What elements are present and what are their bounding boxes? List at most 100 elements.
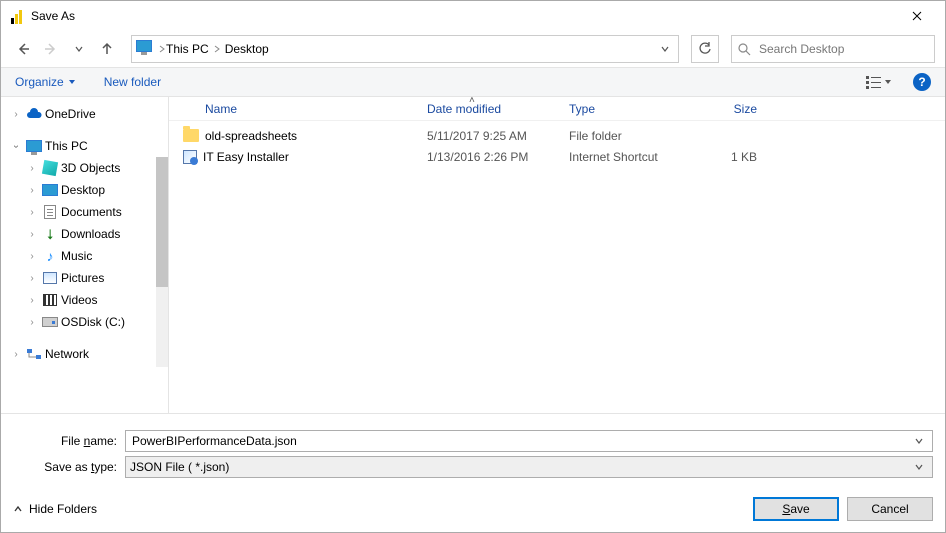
file-type: File folder [569,129,687,143]
monitor-icon [25,138,43,154]
view-icon [866,75,882,89]
filetype-value: JSON File ( *.json) [130,460,229,474]
tree-onedrive[interactable]: › OneDrive [5,103,164,125]
recent-dropdown[interactable] [67,37,91,61]
pictures-icon [41,270,59,286]
file-type: Internet Shortcut [569,150,687,164]
objects3d-icon [41,160,59,176]
nav-tree: › OneDrive › This PC › 3D Objects › [1,97,169,413]
new-folder-button[interactable]: New folder [104,75,161,89]
arrow-left-icon [15,41,31,57]
main-area: › OneDrive › This PC › 3D Objects › [1,97,945,413]
expander-icon[interactable]: › [25,251,39,262]
file-name: IT Easy Installer [203,150,289,164]
cancel-button[interactable]: Cancel [847,497,933,521]
address-bar[interactable]: This PC Desktop [131,35,679,63]
close-icon [912,11,922,21]
chevron-down-icon [660,44,670,54]
filetype-combo[interactable]: JSON File ( *.json) [125,456,933,478]
shortcut-icon [183,150,197,164]
breadcrumb-desktop[interactable]: Desktop [225,42,269,56]
expander-icon[interactable]: › [25,229,39,240]
file-list: ˄ Name Date modified Type Size old-sprea… [169,97,945,413]
tree-pictures[interactable]: › Pictures [5,267,164,289]
cloud-icon [25,106,43,122]
organize-menu[interactable]: Organize [15,75,76,89]
arrow-up-icon [99,41,115,57]
save-button[interactable]: Save [753,497,839,521]
tree-3d-objects[interactable]: › 3D Objects [5,157,164,179]
bottom-panel: File name: Save as type: JSON File ( *.j… [1,413,945,486]
tree-network[interactable]: › Network [5,343,164,365]
chevron-down-icon [914,462,924,472]
filetype-label: Save as type: [13,460,125,474]
downloads-icon: ⭣ [41,226,59,242]
tree-scrollbar-thumb[interactable] [156,157,168,287]
column-headers: Name Date modified Type Size [169,97,945,121]
expander-icon[interactable]: › [9,109,23,120]
file-row[interactable]: old-spreadsheets 5/11/2017 9:25 AM File … [169,125,945,146]
help-button[interactable]: ? [913,73,931,91]
tree-videos[interactable]: › Videos [5,289,164,311]
tree-thispc[interactable]: › This PC [5,135,164,157]
location-icon [136,40,154,58]
search-box[interactable] [731,35,935,63]
app-icon [9,8,25,24]
back-button[interactable] [11,37,35,61]
filename-combo[interactable] [125,430,933,452]
dropdown-icon [884,78,892,86]
file-size: 1 KB [687,150,787,164]
tree-downloads[interactable]: › ⭣ Downloads [5,223,164,245]
chevron-down-icon [914,436,924,446]
hide-folders-toggle[interactable]: Hide Folders [13,502,97,516]
tree-osdisk[interactable]: › OSDisk (C:) [5,311,164,333]
window-title: Save As [31,9,894,23]
tree-documents[interactable]: › Documents [5,201,164,223]
expander-icon[interactable]: › [25,185,39,196]
chevron-up-icon [13,504,23,514]
filename-label: File name: [13,434,125,448]
filename-input[interactable] [130,433,910,449]
filename-dropdown[interactable] [910,436,928,446]
documents-icon [41,204,59,220]
tree-desktop[interactable]: › Desktop [5,179,164,201]
forward-button[interactable] [39,37,63,61]
column-type[interactable]: Type [569,102,687,116]
up-button[interactable] [95,37,119,61]
expander-icon[interactable]: › [25,317,39,328]
address-dropdown[interactable] [656,44,674,54]
breadcrumb: This PC Desktop [166,42,269,56]
videos-icon [41,292,59,308]
expander-icon[interactable]: › [25,273,39,284]
sort-indicator-icon: ˄ [469,95,475,106]
column-size[interactable]: Size [687,102,787,116]
expander-icon[interactable]: › [11,139,22,153]
drive-icon [41,314,59,330]
view-options[interactable] [857,71,901,93]
expander-icon[interactable]: › [25,207,39,218]
expander-icon[interactable]: › [25,163,39,174]
dropdown-icon [68,78,76,86]
save-as-dialog: Save As This PC Desktop [0,0,946,533]
expander-icon[interactable]: › [9,349,23,360]
footer: Hide Folders Save Cancel [1,486,945,532]
expander-icon[interactable]: › [25,295,39,306]
breadcrumb-this-pc[interactable]: This PC [166,42,209,56]
music-icon: ♪ [41,248,59,264]
file-row[interactable]: IT Easy Installer 1/13/2016 2:26 PM Inte… [169,146,945,167]
file-name: old-spreadsheets [205,129,297,143]
filetype-dropdown[interactable] [910,462,928,472]
arrow-right-icon [43,41,59,57]
toolbar: Organize New folder ? [1,67,945,97]
search-input[interactable] [757,41,928,57]
close-button[interactable] [894,1,940,31]
refresh-button[interactable] [691,35,719,63]
column-date[interactable]: Date modified [427,102,569,116]
folder-icon [183,129,199,142]
refresh-icon [698,42,712,56]
file-date: 1/13/2016 2:26 PM [427,150,569,164]
tree-music[interactable]: › ♪ Music [5,245,164,267]
file-date: 5/11/2017 9:25 AM [427,129,569,143]
column-name[interactable]: Name [169,102,427,116]
breadcrumb-sep [213,44,221,54]
